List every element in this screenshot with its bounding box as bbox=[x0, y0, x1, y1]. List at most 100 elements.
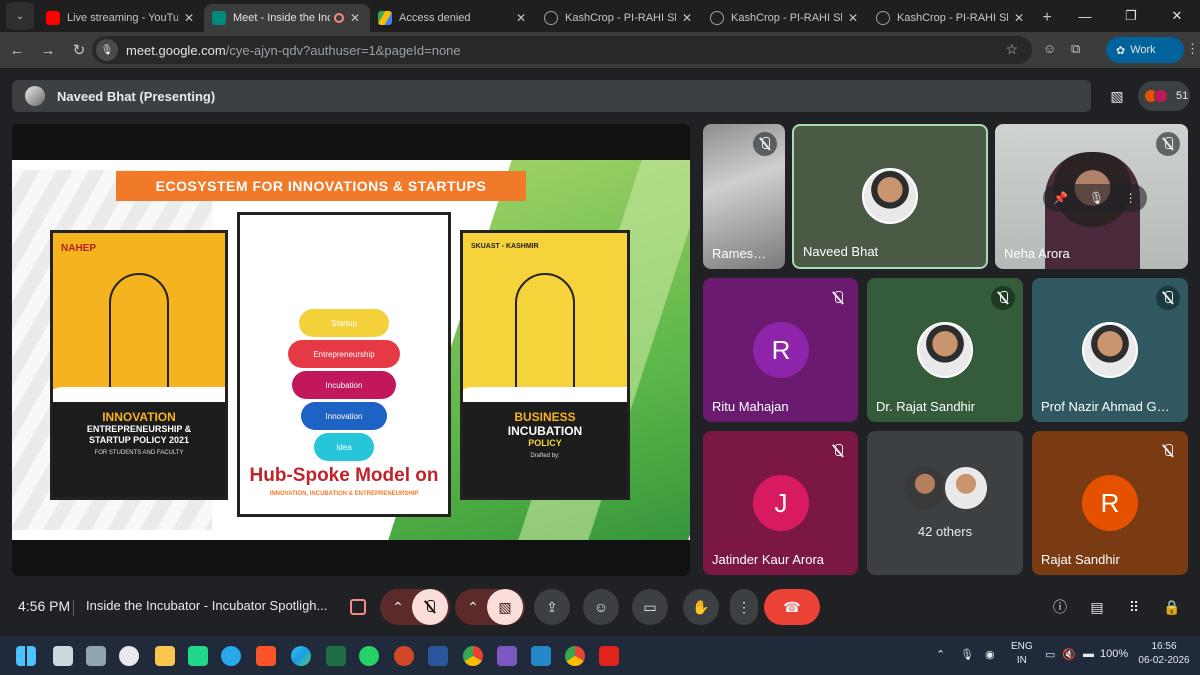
powerpoint-icon[interactable] bbox=[394, 646, 414, 666]
participants-button[interactable]: 51 bbox=[1138, 81, 1190, 111]
start-windows-icon[interactable] bbox=[16, 646, 36, 666]
url-text: meet.google.com/cye-ajyn-qdv?authuser=1&… bbox=[126, 43, 461, 58]
tile-hover-controls: 📌 🎙 ⋮ bbox=[1043, 184, 1147, 212]
chrome-icon[interactable] bbox=[565, 646, 585, 666]
participant-tile[interactable]: Dr. Rajat Sandhir bbox=[867, 278, 1023, 422]
tab-kashcrop-3[interactable]: KashCrop - PI-RAHI Showc ✕ bbox=[868, 4, 1034, 32]
video-options-chevron-icon[interactable]: ⌃ bbox=[459, 589, 487, 625]
activities-grid-icon[interactable]: ⠿ bbox=[1118, 589, 1150, 625]
others-tile[interactable]: 42 others bbox=[867, 431, 1023, 575]
pin-icon[interactable]: 📌 bbox=[1053, 191, 1068, 205]
book-logo: SKUAST - KASHMIR bbox=[471, 243, 539, 250]
close-tab-icon[interactable]: ✕ bbox=[680, 11, 694, 25]
telegram-icon[interactable] bbox=[221, 646, 241, 666]
meeting-details-info-icon[interactable]: ⓘ bbox=[1044, 589, 1076, 625]
hide-presentation-icon[interactable]: ▧ bbox=[1104, 83, 1130, 109]
tab-access-denied[interactable]: Access denied ✕ bbox=[370, 4, 536, 32]
github-icon[interactable] bbox=[119, 646, 139, 666]
companion-icon[interactable] bbox=[342, 589, 374, 625]
minimize-icon[interactable]: — bbox=[1062, 9, 1108, 24]
camera-off-button[interactable]: ▧ bbox=[487, 589, 523, 625]
site-info-icon[interactable]: 🎙 bbox=[96, 39, 118, 61]
system-clock[interactable]: 16:56 06-02-2026 bbox=[1135, 640, 1193, 668]
close-tab-icon[interactable]: ✕ bbox=[182, 11, 196, 25]
task-view-icon[interactable] bbox=[53, 646, 73, 666]
participant-tile[interactable]: Naveed Bhat bbox=[792, 124, 988, 269]
participant-count: 51 bbox=[1176, 90, 1189, 102]
participant-tile[interactable]: J Jatinder Kaur Arora bbox=[703, 431, 858, 575]
tier-innovation: Innovation bbox=[301, 402, 387, 430]
leave-call-button[interactable]: ☎ bbox=[764, 589, 820, 625]
clock-time: 16:56 bbox=[1151, 641, 1177, 652]
raise-hand-button[interactable]: ✋ bbox=[683, 589, 719, 625]
word-icon[interactable] bbox=[428, 646, 448, 666]
mic-off-icon[interactable]: 🎙 bbox=[1089, 191, 1104, 205]
muted-mic-icon bbox=[1156, 132, 1180, 156]
back-arrow-icon[interactable]: ← bbox=[3, 42, 31, 59]
acrobat-icon[interactable] bbox=[599, 646, 619, 666]
more-options-icon[interactable]: ⋮ bbox=[1125, 191, 1137, 205]
battery-icon[interactable]: ▬ bbox=[1083, 648, 1094, 660]
tab-kashcrop-2[interactable]: KashCrop - PI-RAHI Showc ✕ bbox=[702, 4, 868, 32]
participant-tile[interactable]: Prof Nazir Ahmad G… bbox=[1032, 278, 1188, 422]
participant-name: Prof Nazir Ahmad G… bbox=[1041, 399, 1170, 414]
language-indicator[interactable]: ENG IN bbox=[1011, 640, 1033, 668]
presentation-slide: ECOSYSTEM FOR INNOVATIONS & STARTUPS NAH… bbox=[12, 160, 690, 540]
tab-search-chevron-icon[interactable]: ⌄ bbox=[6, 2, 34, 30]
participant-tile[interactable]: R Rajat Sandhir bbox=[1032, 431, 1188, 575]
extensions-puzzle-icon[interactable]: ⧉ bbox=[1071, 41, 1080, 57]
widgets-icon[interactable] bbox=[86, 646, 106, 666]
close-tab-icon[interactable]: ✕ bbox=[348, 11, 362, 25]
volume-muted-icon[interactable]: 🔇 bbox=[1062, 648, 1076, 661]
address-bar[interactable]: 🎙 meet.google.com/cye-ajyn-qdv?authuser=… bbox=[92, 36, 1032, 64]
pycharm-icon[interactable] bbox=[188, 646, 208, 666]
policy-book-cover: NAHEP INNOVATION ENTREPRENEURSHIP & STAR… bbox=[50, 230, 228, 500]
participant-tile[interactable]: R Ritu Mahajan bbox=[703, 278, 858, 422]
excel-icon[interactable] bbox=[326, 646, 346, 666]
microphone-off-button[interactable] bbox=[412, 589, 448, 625]
tab-youtube[interactable]: Live streaming - YouTube S ✕ bbox=[38, 4, 204, 32]
participant-avatar bbox=[902, 465, 948, 511]
audio-options-chevron-icon[interactable]: ⌃ bbox=[384, 589, 412, 625]
participant-tile[interactable]: 📌 🎙 ⋮ Neha Arora bbox=[995, 124, 1188, 269]
profile-label: Work bbox=[1130, 44, 1156, 56]
restore-icon[interactable]: ❐ bbox=[1108, 8, 1154, 24]
host-controls-lock-icon[interactable]: 🔒 bbox=[1156, 589, 1188, 625]
close-window-icon[interactable]: ✕ bbox=[1154, 8, 1200, 24]
mic-off-glyph bbox=[1163, 444, 1173, 458]
browser-menu-icon[interactable]: ⋮ bbox=[1186, 41, 1199, 57]
extension-face-icon[interactable]: ☺ bbox=[1043, 41, 1056, 56]
tab-meet[interactable]: Meet - Inside the Incub ✕ bbox=[204, 4, 370, 32]
whatsapp-icon[interactable] bbox=[359, 646, 379, 666]
globe-icon bbox=[710, 11, 724, 25]
new-tab-plus-icon[interactable]: + bbox=[1034, 9, 1060, 27]
tray-location-icon[interactable]: ◉ bbox=[985, 648, 995, 661]
participant-tile[interactable]: Rames… bbox=[703, 124, 785, 269]
reload-icon[interactable]: ↻ bbox=[65, 41, 93, 59]
muted-mic-icon bbox=[1156, 286, 1180, 310]
app-icon[interactable] bbox=[497, 646, 517, 666]
forward-arrow-icon[interactable]: → bbox=[34, 42, 62, 59]
chat-icon[interactable]: ▤ bbox=[1081, 589, 1113, 625]
bookmark-star-icon[interactable]: ☆ bbox=[1005, 41, 1018, 58]
reactions-button[interactable]: ☺ bbox=[583, 589, 619, 625]
network-icon[interactable]: ▭ bbox=[1045, 648, 1055, 661]
close-tab-icon[interactable]: ✕ bbox=[1012, 11, 1026, 25]
file-explorer-icon[interactable] bbox=[155, 646, 175, 666]
captions-button[interactable]: ▭ bbox=[632, 589, 668, 625]
tab-kashcrop-1[interactable]: KashCrop - PI-RAHI Showc ✕ bbox=[536, 4, 702, 32]
vscode-icon[interactable] bbox=[531, 646, 551, 666]
tray-overflow-chevron-icon[interactable]: ⌃ bbox=[936, 648, 945, 661]
profile-chip[interactable]: ✿ Work bbox=[1106, 37, 1184, 63]
mic-off-glyph bbox=[1163, 291, 1173, 305]
tray-mic-icon[interactable]: 🎙 bbox=[960, 648, 974, 661]
policy-book-cover: SKUAST - KASHMIR BUSINESS INCUBATION POL… bbox=[460, 230, 630, 500]
participant-name: Neha Arora bbox=[1004, 246, 1070, 261]
chrome-icon[interactable] bbox=[463, 646, 483, 666]
close-tab-icon[interactable]: ✕ bbox=[846, 11, 860, 25]
close-tab-icon[interactable]: ✕ bbox=[514, 11, 528, 25]
brave-icon[interactable] bbox=[256, 646, 276, 666]
more-options-button[interactable]: ⋮ bbox=[730, 589, 758, 625]
edge-icon[interactable] bbox=[291, 646, 311, 666]
present-screen-button[interactable]: ⇪ bbox=[534, 589, 570, 625]
